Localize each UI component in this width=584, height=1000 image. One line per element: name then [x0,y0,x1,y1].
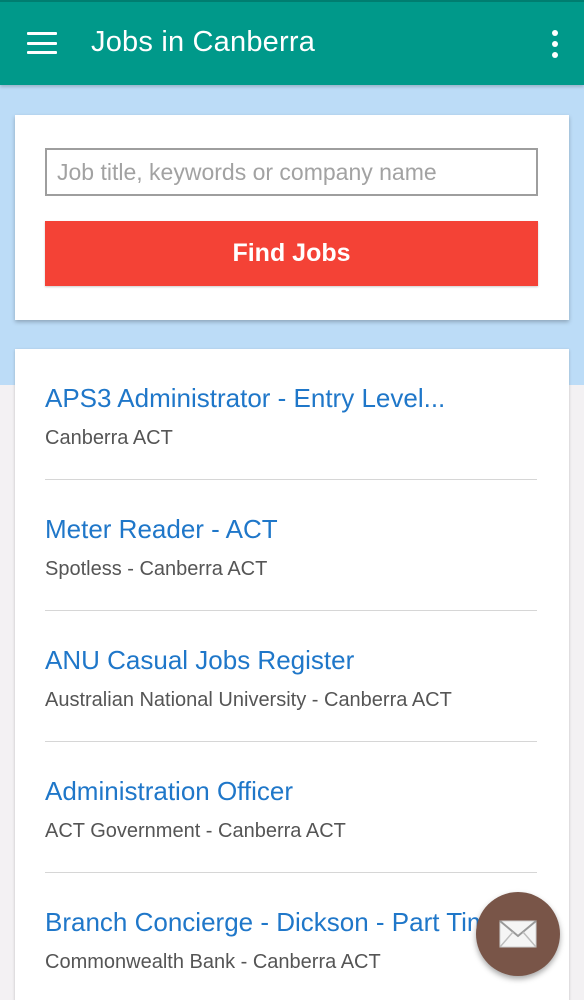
job-list-item[interactable]: Administration Officer ACT Government - … [45,742,537,873]
job-list-item[interactable]: ANU Casual Jobs Register Australian Nati… [45,611,537,742]
job-results-list: APS3 Administrator - Entry Level... Canb… [15,349,569,1000]
job-company-location: Commonwealth Bank - Canberra ACT [45,951,381,973]
job-title[interactable]: Branch Concierge - Dickson - Part Time [45,907,537,938]
job-title[interactable]: Administration Officer [45,776,537,807]
job-company-location: Canberra ACT [45,427,173,449]
job-list-item[interactable]: APS3 Administrator - Entry Level... Canb… [45,349,537,480]
job-title[interactable]: ANU Casual Jobs Register [45,645,537,676]
page-title: Jobs in Canberra [91,26,316,58]
job-company-location: Australian National University - Canberr… [45,689,452,711]
job-list-item[interactable]: Meter Reader - ACT Spotless - Canberra A… [45,480,537,611]
hamburger-menu-icon[interactable] [27,32,57,54]
job-list-item[interactable]: Branch Concierge - Dickson - Part Time C… [45,873,537,1000]
app-bar: Jobs in Canberra [0,0,584,85]
job-company-location: Spotless - Canberra ACT [45,558,268,580]
contact-fab-button[interactable] [476,892,560,976]
job-title[interactable]: APS3 Administrator - Entry Level... [45,383,537,414]
search-input[interactable] [45,148,538,196]
find-jobs-button[interactable]: Find Jobs [45,221,538,286]
envelope-icon [499,920,537,948]
search-card: Find Jobs [15,115,569,320]
job-title[interactable]: Meter Reader - ACT [45,514,537,545]
more-vertical-icon[interactable] [550,30,560,58]
job-company-location: ACT Government - Canberra ACT [45,820,346,842]
